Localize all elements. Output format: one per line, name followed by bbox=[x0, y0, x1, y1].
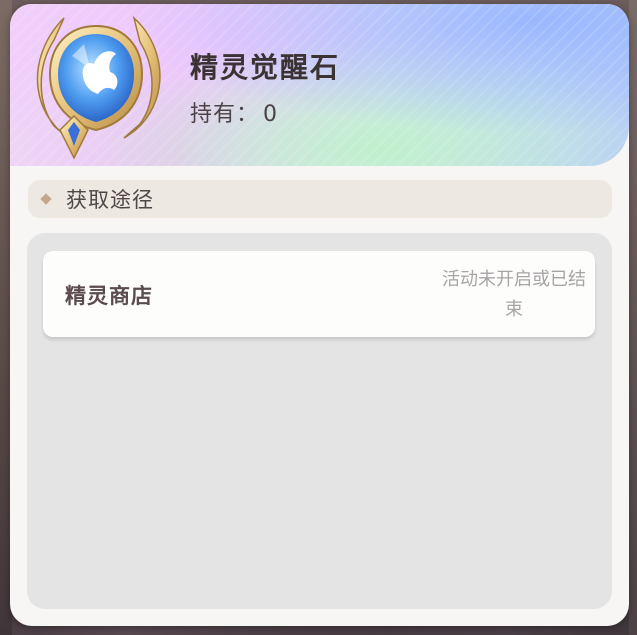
source-row-spirit-shop[interactable]: 精灵商店 活动未开启或已结束 bbox=[43, 251, 595, 337]
acquire-section-header: 获取途径 bbox=[28, 180, 612, 218]
spirit-awakening-stone-icon bbox=[36, 15, 161, 160]
background-edge-right bbox=[629, 0, 637, 635]
source-status: 活动未开启或已结束 bbox=[442, 269, 586, 320]
source-name: 精灵商店 bbox=[65, 284, 153, 308]
acquire-section-title: 获取途径 bbox=[66, 188, 154, 212]
diamond-bullet-icon bbox=[40, 193, 52, 205]
owned-count: 0 bbox=[263, 102, 279, 127]
item-info-popup: 精灵觉醒石 持有： 0 获取途径 精灵商店 活动未开启或已结束 bbox=[10, 4, 629, 626]
owned-label: 持有： bbox=[190, 102, 260, 127]
acquire-source-list: 精灵商店 活动未开启或已结束 bbox=[27, 233, 612, 609]
item-name: 精灵觉醒石 bbox=[190, 51, 341, 84]
owned-count-line: 持有： 0 bbox=[190, 96, 278, 128]
